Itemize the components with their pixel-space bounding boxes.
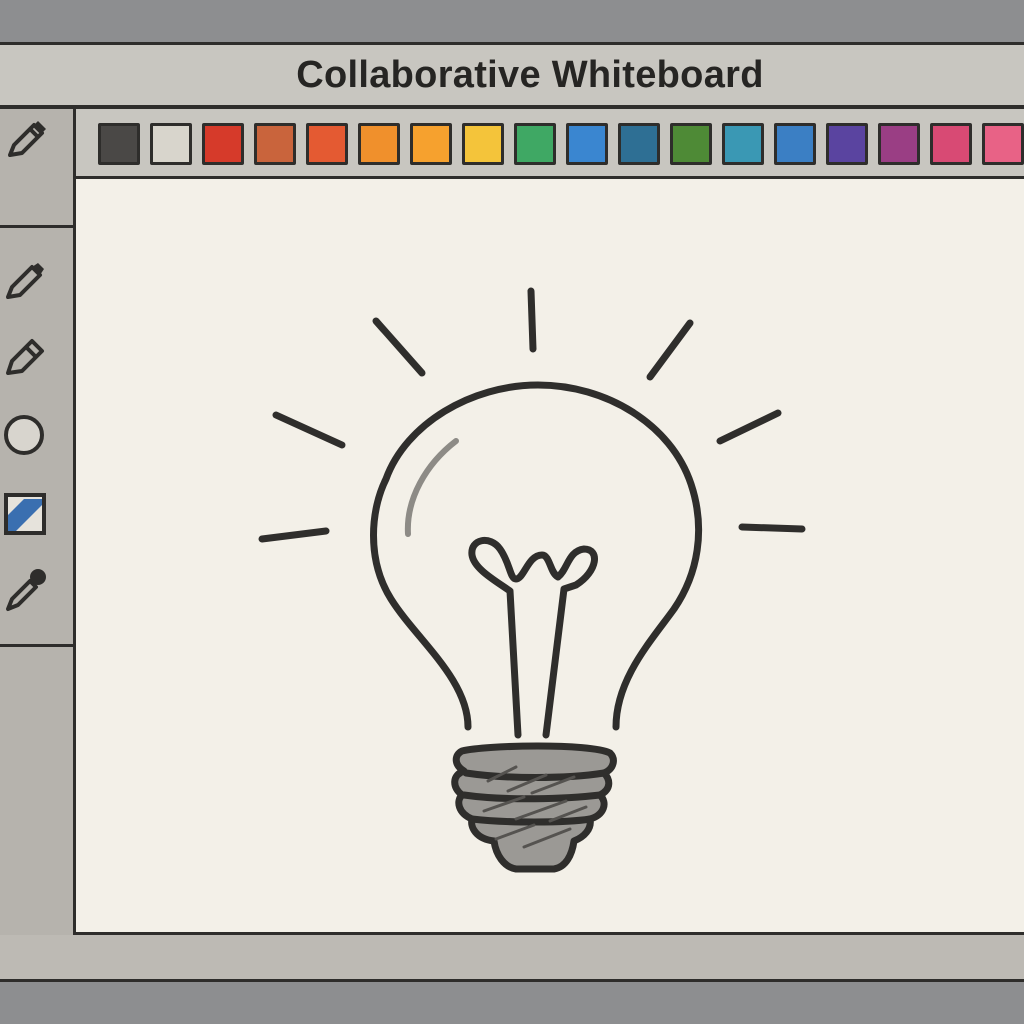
color-swatch-17[interactable] <box>930 123 972 165</box>
tool-sidebar <box>0 109 76 979</box>
color-palette-bar <box>76 109 1024 179</box>
fill-icon <box>4 493 46 535</box>
pencil-tool-button[interactable] <box>0 255 50 305</box>
fill-tool-button[interactable] <box>0 489 50 539</box>
pen-icon <box>8 121 46 157</box>
color-swatch-15[interactable] <box>826 123 868 165</box>
drawing-canvas[interactable] <box>76 179 1024 935</box>
bulb-base <box>451 742 617 873</box>
color-swatch-10[interactable] <box>566 123 608 165</box>
color-swatch-16[interactable] <box>878 123 920 165</box>
color-swatch-4[interactable] <box>254 123 296 165</box>
color-swatch-11[interactable] <box>618 123 660 165</box>
light-ray <box>258 527 330 543</box>
color-swatch-6[interactable] <box>358 123 400 165</box>
color-swatch-7[interactable] <box>410 123 452 165</box>
color-swatches <box>98 123 1024 165</box>
eyedropper-icon <box>6 569 46 611</box>
light-ray <box>372 317 426 377</box>
base-thread <box>460 791 604 803</box>
light-ray <box>738 523 806 533</box>
color-swatch-1[interactable] <box>98 123 140 165</box>
color-swatch-13[interactable] <box>722 123 764 165</box>
light-ray <box>527 287 537 353</box>
marker-tool-button[interactable] <box>0 331 50 381</box>
circle-icon <box>4 415 44 455</box>
title-bar: Collaborative Whiteboard <box>0 45 1024 109</box>
color-swatch-5[interactable] <box>306 123 348 165</box>
light-ray <box>272 411 346 449</box>
color-swatch-14[interactable] <box>774 123 816 165</box>
circle-tool-button[interactable] <box>0 409 50 459</box>
marker-icon <box>6 339 44 375</box>
color-swatch-2[interactable] <box>150 123 192 165</box>
lightbulb-drawing <box>258 287 806 873</box>
pencil-icon <box>6 263 44 299</box>
color-swatch-8[interactable] <box>462 123 504 165</box>
eyedropper-tool-button[interactable] <box>0 565 50 615</box>
color-swatch-12[interactable] <box>670 123 712 165</box>
pen-tool-button[interactable] <box>0 115 50 165</box>
status-bar <box>0 935 1024 979</box>
whiteboard-window: Collaborative Whiteboard <box>0 42 1024 982</box>
light-ray <box>716 409 782 445</box>
color-swatch-3[interactable] <box>202 123 244 165</box>
filament <box>468 537 598 739</box>
toolbar-divider <box>0 644 73 647</box>
glass-highlight <box>404 438 459 537</box>
light-ray <box>646 319 694 381</box>
toolbar-divider <box>0 225 73 228</box>
app-title: Collaborative Whiteboard <box>296 53 764 96</box>
base-thread <box>468 815 594 826</box>
color-swatch-18[interactable] <box>982 123 1024 165</box>
color-swatch-9[interactable] <box>514 123 556 165</box>
